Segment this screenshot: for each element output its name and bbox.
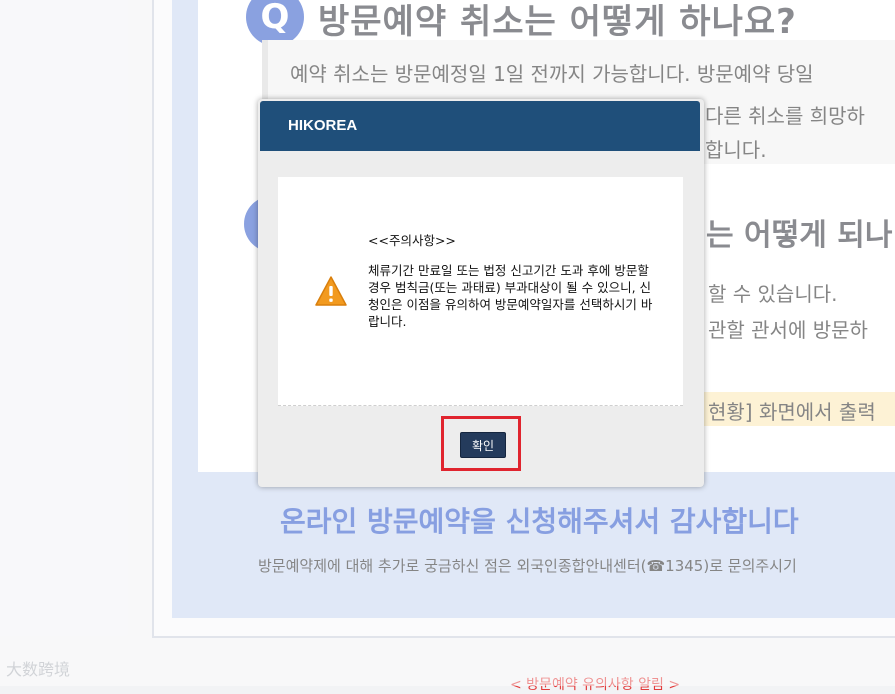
alert-dialog: HIKOREA <<주의사항>> 체류기간 만료일 또는 법정 신고기간 도과 … [258, 99, 704, 487]
warning-icon [315, 276, 347, 306]
dialog-body: <<주의사항>> 체류기간 만료일 또는 법정 신고기간 도과 후에 방문할 경… [278, 177, 683, 406]
dialog-header: HIKOREA [260, 101, 700, 151]
confirm-button[interactable]: 확인 [460, 432, 506, 458]
notice-text: 체류기간 만료일 또는 법정 신고기간 도과 후에 방문할 경우 범칙금(또는 … [368, 263, 653, 329]
dialog-title: HIKOREA [288, 117, 358, 134]
notice-title: <<주의사항>> [368, 233, 456, 248]
